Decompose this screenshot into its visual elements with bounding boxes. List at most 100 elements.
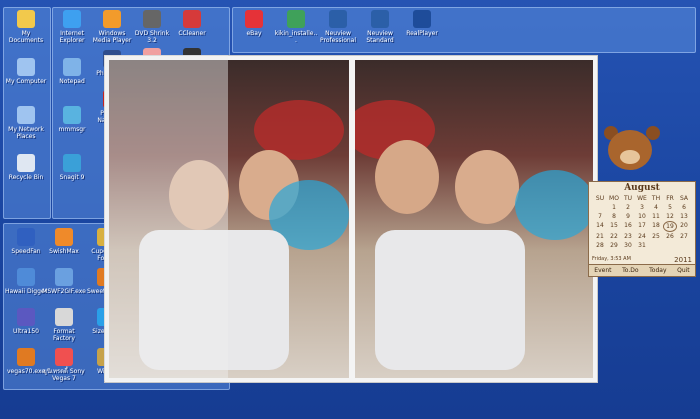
ie-icon xyxy=(63,10,81,28)
desktop-icon-label: Windows Media Player xyxy=(92,30,132,44)
neuview-standard-icon xyxy=(371,10,389,28)
desktop-icon-computer[interactable]: My Computer xyxy=(4,58,48,85)
desktop-icon-kikin[interactable]: kikin_installe... xyxy=(274,10,318,44)
desktop-icon-label: My Network Places xyxy=(8,126,44,140)
calendar-day[interactable]: 14 xyxy=(593,221,607,232)
calendar-month: August xyxy=(624,183,660,193)
desktop-icon-format-factory[interactable]: Format Factory xyxy=(42,308,86,342)
calendar-day[interactable]: 11 xyxy=(649,212,663,221)
desktop-icon-realplayer[interactable]: RealPlayer xyxy=(400,10,444,37)
calendar-day[interactable]: 22 xyxy=(607,232,621,241)
calendar-day[interactable]: 30 xyxy=(621,241,635,250)
sony-vegas-icon xyxy=(55,348,73,366)
calendar-day[interactable]: 2 xyxy=(621,203,635,212)
calendar-day[interactable]: 5 xyxy=(663,203,677,212)
calendar-day[interactable]: 10 xyxy=(635,212,649,221)
notepad-icon xyxy=(63,58,81,76)
calendar-day[interactable]: 12 xyxy=(663,212,677,221)
vegas-icon xyxy=(17,348,35,366)
calendar-day[interactable]: 18 xyxy=(649,221,663,232)
calendar-day[interactable]: 1 xyxy=(607,203,621,212)
calendar-day[interactable]: 4 xyxy=(649,203,663,212)
calendar-day[interactable]: 31 xyxy=(635,241,649,250)
calendar-weekday: SU xyxy=(595,195,605,202)
calendar-button-quit[interactable]: Quit xyxy=(677,265,690,276)
calendar-gadget: August SU MO TU WE TH FR SA 1 2 3 4 5 6 7 8 9 10 11 12 13 14… xyxy=(588,181,696,277)
photo-fade-overlay xyxy=(104,55,228,381)
desktop-icon-label: My Computer xyxy=(5,78,47,85)
calendar-day[interactable]: 17 xyxy=(635,221,649,232)
calendar-date-text: Friday, 3:53 AM xyxy=(592,256,631,262)
desktop-icon-label: Notepad xyxy=(59,78,85,85)
calendar-day[interactable]: 9 xyxy=(621,212,635,221)
calendar-day[interactable]: 24 xyxy=(635,232,649,241)
calendar-weekday: FR xyxy=(666,195,674,202)
calendar-weekday: TU xyxy=(623,195,633,202)
desktop-icon-label: My Documents xyxy=(8,30,44,44)
calendar-weekday: WE xyxy=(637,195,647,202)
calendar-weekday: TH xyxy=(651,195,661,202)
desktop-icon-neuview[interactable]: Neuview Professional xyxy=(316,10,360,44)
ultra-icon xyxy=(17,308,35,326)
desktop-icon-label: kikin_installe... xyxy=(274,30,318,44)
calendar-weekday: MO xyxy=(609,195,619,202)
neuview-icon xyxy=(329,10,347,28)
calendar-day[interactable]: 15 xyxy=(607,221,621,232)
calendar-day[interactable]: 20 xyxy=(677,221,691,232)
desktop-icon-label: MSWF2GIF.exe xyxy=(42,288,86,295)
calendar-day[interactable]: 19 xyxy=(663,221,677,232)
desktop-icon-folder[interactable]: My Documents xyxy=(4,10,48,44)
desktop-icon-ie[interactable]: Internet Explorer xyxy=(50,10,94,44)
calendar-day[interactable]: 7 xyxy=(593,212,607,221)
calendar-day[interactable]: 28 xyxy=(593,241,607,250)
calendar-button-today[interactable]: Today xyxy=(649,265,666,276)
calendar-day[interactable]: 3 xyxy=(635,203,649,212)
desktop-icon-recycle-bin[interactable]: Recycle Bin xyxy=(4,154,48,181)
teddy-bear-gadget xyxy=(598,126,666,186)
desktop-icon-ebay[interactable]: eBay xyxy=(232,10,276,37)
calendar-button-todo[interactable]: To.Do xyxy=(622,265,638,276)
calendar-button-event[interactable]: Event xyxy=(594,265,611,276)
calendar-footer: Friday, 3:53 AM 2011 xyxy=(589,256,695,264)
calendar-day[interactable]: 13 xyxy=(677,212,691,221)
desktop-icon-mswf[interactable]: MSWF2GIF.exe xyxy=(42,268,86,295)
desktop-icon-notepad[interactable]: Notepad xyxy=(50,58,94,85)
desktop-icon-network[interactable]: My Network Places xyxy=(4,106,48,140)
desktop-icon-swishmax[interactable]: SwishMax xyxy=(42,228,86,255)
desktop-icon-snagit[interactable]: Snagit 9 xyxy=(50,154,94,181)
desktop-icon-label: eBay xyxy=(246,30,262,37)
desktop-icon-dvd-shrink[interactable]: DVD Shrink 3.2 xyxy=(130,10,174,44)
calendar-day[interactable]: 23 xyxy=(621,232,635,241)
dvd-shrink-icon xyxy=(143,10,161,28)
calendar-day xyxy=(677,241,691,250)
desktop-icon-label: SwishMax xyxy=(49,248,79,255)
calendar-day[interactable]: 25 xyxy=(649,232,663,241)
calendar-day[interactable]: 27 xyxy=(677,232,691,241)
kikin-icon xyxy=(287,10,305,28)
speedfan-icon xyxy=(17,228,35,246)
folder-icon xyxy=(17,10,35,28)
calendar-day[interactable]: 16 xyxy=(621,221,635,232)
calendar-day[interactable]: 21 xyxy=(593,232,607,241)
desktop-icon-label: mmmsgr xyxy=(58,126,86,133)
desktop-icon-messenger[interactable]: mmmsgr xyxy=(50,106,94,133)
desktop-icon-label: DVD Shrink 3.2 xyxy=(134,30,170,44)
desktop-icon-label: Format Factory xyxy=(53,328,75,342)
desktop-icon-sony-vegas[interactable]: ยูนิเทรดดี้ Sony Vegas 7 xyxy=(42,348,86,382)
calendar-day[interactable]: 26 xyxy=(663,232,677,241)
calendar-day[interactable]: 29 xyxy=(607,241,621,250)
desktop-icon-label: RealPlayer xyxy=(406,30,438,37)
calendar-day[interactable]: 6 xyxy=(677,203,691,212)
desktop-icon-neuview-standard[interactable]: Neuview Standard xyxy=(358,10,402,44)
desktop-icon-ccleaner[interactable]: CCleaner xyxy=(170,10,214,37)
calendar-grid: SU MO TU WE TH FR SA 1 2 3 4 5 6 7 8 9 10 11 12 13 14 15 16 17 1… xyxy=(589,194,695,250)
calendar-year: 2011 xyxy=(674,256,692,264)
photo-right xyxy=(355,60,593,378)
desktop-icon-label: Internet Explorer xyxy=(59,30,85,44)
desktop-icon-label: Neuview Standard xyxy=(366,30,394,44)
calendar-day xyxy=(663,241,677,250)
calendar-day[interactable]: 8 xyxy=(607,212,621,221)
hawaii-icon xyxy=(17,268,35,286)
desktop-icon-label: Snagit 9 xyxy=(59,174,85,181)
desktop-icon-media-player[interactable]: Windows Media Player xyxy=(90,10,134,44)
